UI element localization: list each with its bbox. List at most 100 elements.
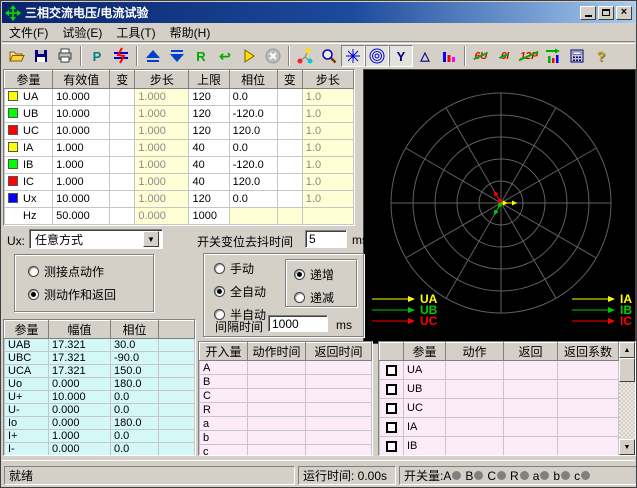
- rms-cell[interactable]: 1.000: [53, 140, 110, 157]
- step-cell[interactable]: 1.000: [135, 89, 189, 106]
- radio-button[interactable]: [294, 292, 305, 303]
- var2-cell[interactable]: [277, 123, 302, 140]
- phase-cell[interactable]: 0.0: [229, 191, 277, 208]
- menu-file[interactable]: 文件(F): [2, 23, 55, 42]
- param-cell[interactable]: UA: [5, 89, 53, 106]
- limit-cell[interactable]: 120: [189, 89, 229, 106]
- check-cell[interactable]: [380, 399, 404, 418]
- col-rms[interactable]: 有效值: [53, 71, 110, 89]
- checkbox[interactable]: [386, 365, 397, 376]
- check-cell[interactable]: [380, 361, 404, 380]
- radio-option[interactable]: 手动: [214, 260, 266, 277]
- rms-cell[interactable]: 1.000: [53, 157, 110, 174]
- step2-cell[interactable]: 1.0: [302, 174, 353, 191]
- var2-cell[interactable]: [277, 208, 302, 225]
- limit-cell[interactable]: 40: [189, 174, 229, 191]
- step2-cell[interactable]: 1.0: [302, 191, 353, 208]
- rays-view-button[interactable]: [341, 45, 365, 67]
- step-cell[interactable]: 1.000: [135, 157, 189, 174]
- wye-connection-button[interactable]: Y: [389, 45, 413, 67]
- limit-cell[interactable]: 120: [189, 123, 229, 140]
- save-button[interactable]: [29, 45, 53, 67]
- limit-cell[interactable]: 120: [189, 191, 229, 208]
- step2-cell[interactable]: 1.0: [302, 89, 353, 106]
- vector-view-button[interactable]: [293, 45, 317, 67]
- menu-test[interactable]: 试验(E): [55, 23, 109, 42]
- var-cell[interactable]: [110, 106, 135, 123]
- debounce-input[interactable]: [305, 230, 347, 248]
- var-cell[interactable]: [110, 208, 135, 225]
- check-cell[interactable]: [380, 456, 404, 457]
- col-var[interactable]: 变: [110, 71, 135, 89]
- step2-cell[interactable]: 1.0: [302, 123, 353, 140]
- col-param[interactable]: 参量: [5, 71, 53, 89]
- interval-input[interactable]: [268, 315, 328, 332]
- rms-cell[interactable]: 10.000: [53, 89, 110, 106]
- var2-cell[interactable]: [277, 140, 302, 157]
- var-cell[interactable]: [110, 191, 135, 208]
- param-cell[interactable]: IA: [5, 140, 53, 157]
- col-phase[interactable]: 相位: [229, 71, 277, 89]
- minimize-button[interactable]: [580, 6, 596, 20]
- param-cell[interactable]: UC: [5, 123, 53, 140]
- col-aparam[interactable]: 参量: [404, 343, 446, 361]
- col-step2[interactable]: 步长: [302, 71, 353, 89]
- limit-cell[interactable]: 1000: [189, 208, 229, 225]
- checkbox[interactable]: [386, 422, 397, 433]
- phase-cell[interactable]: 120.0: [229, 174, 277, 191]
- col-var2[interactable]: 变: [277, 71, 302, 89]
- var2-cell[interactable]: [277, 191, 302, 208]
- radio-option[interactable]: 递减: [294, 289, 334, 306]
- col-return[interactable]: 返回: [504, 343, 558, 361]
- ux-mode-select[interactable]: 任意方式 ▼: [29, 229, 163, 249]
- step-cell[interactable]: 1.000: [135, 140, 189, 157]
- radio-button[interactable]: [214, 263, 225, 274]
- col-input[interactable]: 开入量: [200, 343, 248, 361]
- limit-cell[interactable]: 40: [189, 157, 229, 174]
- harmonics-button[interactable]: [541, 45, 565, 67]
- var2-cell[interactable]: [277, 89, 302, 106]
- step2-cell[interactable]: [302, 208, 353, 225]
- scrollbar-thumb[interactable]: [619, 358, 635, 382]
- menu-help[interactable]: 帮助(H): [163, 23, 218, 42]
- check-cell[interactable]: [380, 418, 404, 437]
- check-cell[interactable]: [380, 380, 404, 399]
- limit-cell[interactable]: 120: [189, 106, 229, 123]
- open-button[interactable]: [5, 45, 29, 67]
- vertical-scrollbar[interactable]: ▲ ▼: [619, 342, 635, 455]
- step2-cell[interactable]: 1.0: [302, 140, 353, 157]
- print-button[interactable]: [53, 45, 77, 67]
- zoom-button[interactable]: [317, 45, 341, 67]
- phase-cell[interactable]: -120.0: [229, 157, 277, 174]
- var-cell[interactable]: [110, 157, 135, 174]
- step2-cell[interactable]: 1.0: [302, 106, 353, 123]
- run-button[interactable]: [237, 45, 261, 67]
- checkbox[interactable]: [386, 441, 397, 452]
- radio-option[interactable]: 测动作和返回: [28, 286, 116, 303]
- var-cell[interactable]: [110, 140, 135, 157]
- reset-button[interactable]: R: [189, 45, 213, 67]
- close-button[interactable]: ×: [616, 6, 632, 20]
- limit-cell[interactable]: 40: [189, 140, 229, 157]
- param-cell[interactable]: IC: [5, 174, 53, 191]
- circles-view-button[interactable]: [365, 45, 389, 67]
- undo-button[interactable]: ↩: [213, 45, 237, 67]
- radio-option[interactable]: 测接点动作: [28, 263, 116, 280]
- menu-tools[interactable]: 工具(T): [109, 23, 162, 42]
- six-voltage-button[interactable]: 6U: [469, 45, 493, 67]
- phase-sequence-button[interactable]: [109, 45, 133, 67]
- col-return-coef[interactable]: 返回系数: [558, 343, 619, 361]
- radio-button[interactable]: [28, 289, 39, 300]
- six-current-button[interactable]: 6I: [493, 45, 517, 67]
- rms-cell[interactable]: 10.000: [53, 191, 110, 208]
- checkbox[interactable]: [386, 403, 397, 414]
- step-cell[interactable]: 1.000: [135, 191, 189, 208]
- phase-p-button[interactable]: P: [85, 45, 109, 67]
- radio-button[interactable]: [214, 286, 225, 297]
- step-cell[interactable]: 1.000: [135, 123, 189, 140]
- var-cell[interactable]: [110, 174, 135, 191]
- scroll-down-icon[interactable]: ▼: [619, 439, 635, 455]
- delta-connection-button[interactable]: △: [413, 45, 437, 67]
- maximize-button[interactable]: [598, 6, 614, 20]
- raise-button[interactable]: [141, 45, 165, 67]
